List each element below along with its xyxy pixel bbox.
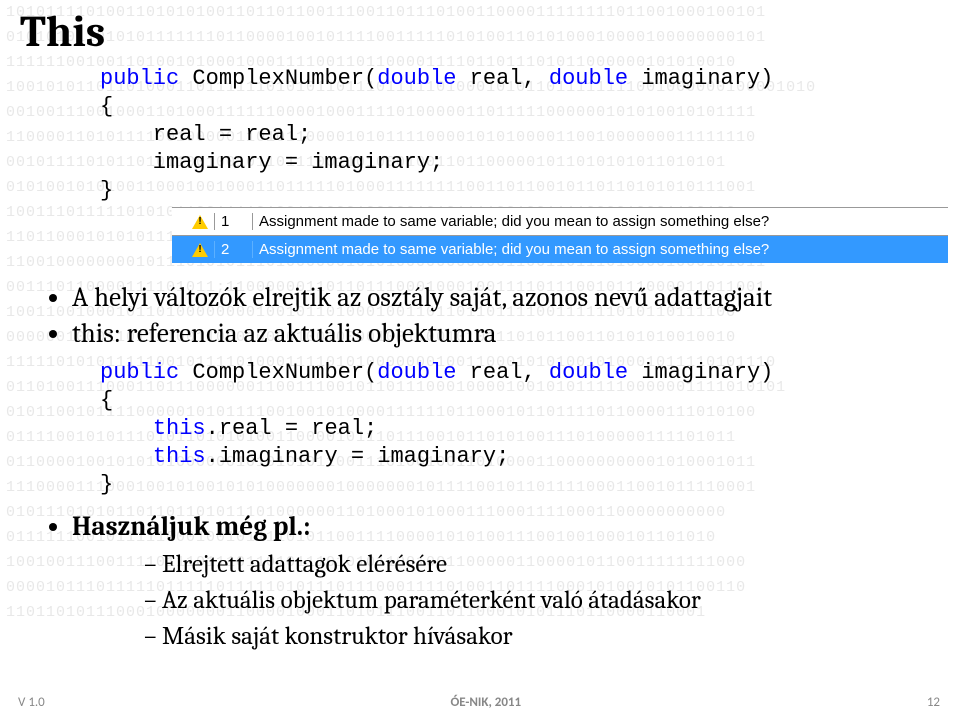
slide-content: This public ComplexNumber(double real, d… <box>0 0 960 720</box>
sub-bullet-item: Másik saját konstruktor hívásakor <box>144 619 960 655</box>
bullet-list-1: A helyi változók elrejtik az osztály saj… <box>72 281 960 351</box>
warning-row[interactable]: 2 Assignment made to same variable; did … <box>172 235 948 263</box>
warning-message: Assignment made to same variable; did yo… <box>252 241 948 258</box>
warning-number: 2 <box>214 241 252 258</box>
sub-bullet-list: Elrejtett adattagok elérésére Az aktuáli… <box>144 547 960 655</box>
footer-right: 12 <box>927 695 940 710</box>
warning-number: 1 <box>214 213 252 230</box>
warning-message: Assignment made to same variable; did yo… <box>252 213 948 230</box>
bullet-item: A helyi változók elrejtik az osztály saj… <box>72 281 960 315</box>
warning-icon <box>172 243 214 257</box>
warning-row[interactable]: 1 Assignment made to same variable; did … <box>172 207 948 235</box>
bullet-item: this: referencia az aktuális objektumra <box>72 317 960 351</box>
sub-bullet-item: Az aktuális objektum paraméterként való … <box>144 583 960 619</box>
footer-mid: ÓE-NIK, 2011 <box>450 695 521 710</box>
sub-bullet-item: Elrejtett adattagok elérésére <box>144 547 960 583</box>
footer: V 1.0 ÓE-NIK, 2011 12 <box>0 695 960 710</box>
bullet-item: Használjuk még pl.: Elrejtett adattagok … <box>72 509 960 655</box>
code-block-2: public ComplexNumber(double real, double… <box>100 359 960 499</box>
page-title: This <box>0 0 960 57</box>
bullet-list-2: Használjuk még pl.: Elrejtett adattagok … <box>72 509 960 655</box>
warning-list: 1 Assignment made to same variable; did … <box>172 207 960 263</box>
footer-left: V 1.0 <box>18 695 45 710</box>
code-block-1: public ComplexNumber(double real, double… <box>100 65 960 205</box>
warning-icon <box>172 215 214 229</box>
